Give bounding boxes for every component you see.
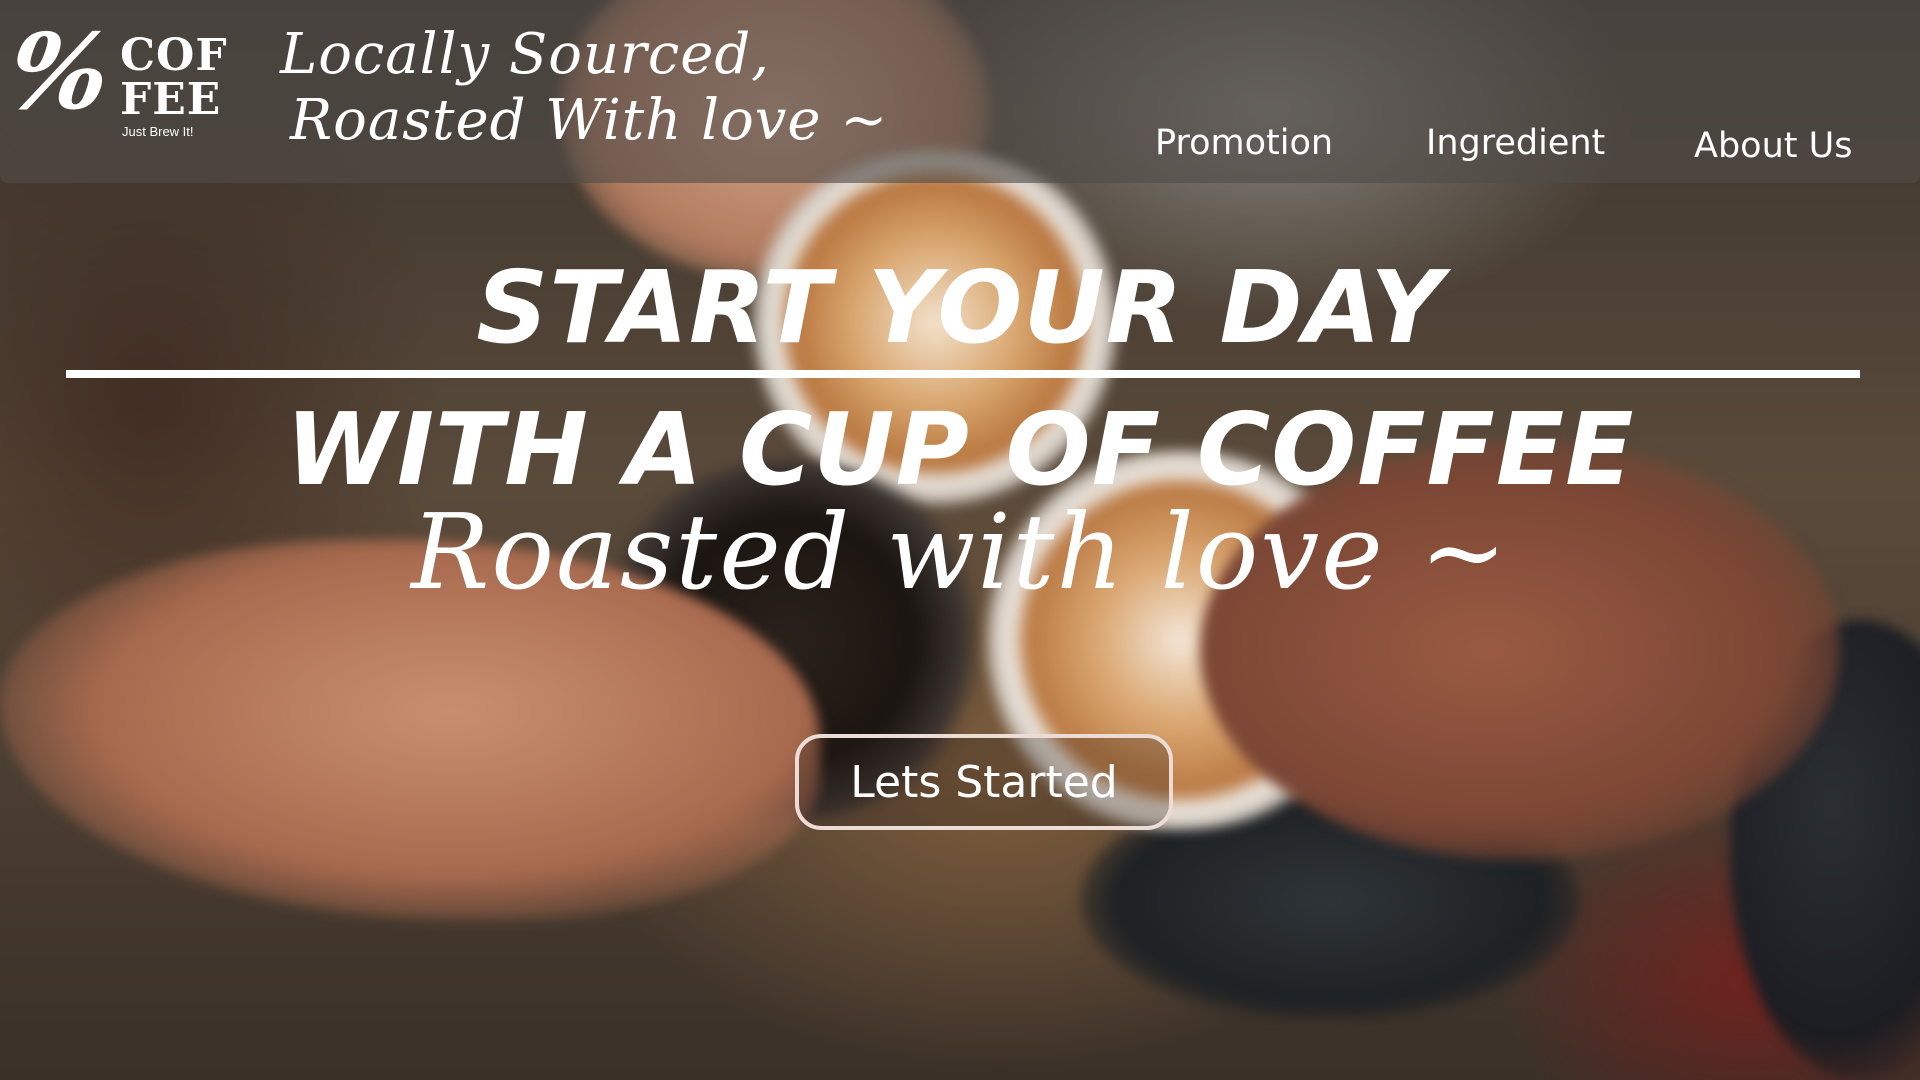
logo-word-top: COF [120,30,228,81]
header-tagline: Locally Sourced, Roasted With love ~ [280,22,888,154]
site-header: % COF FEE Just Brew It! Locally Sourced,… [0,0,1920,183]
hero-divider [66,370,1860,378]
nav-link-promotion[interactable]: Promotion [1155,123,1333,163]
brand-logo[interactable]: % COF FEE Just Brew It! [1,10,240,148]
logo-tagline: Just Brew It! [122,124,194,139]
header-tagline-line1: Locally Sourced, [280,22,770,87]
lets-started-button[interactable]: Lets Started [795,734,1173,830]
logo-word-bottom: FEE [120,74,222,125]
hero-script-subtitle: Roasted with love ~ [411,491,1509,613]
hero-heading-line2: WITH A CUP OF COFFEE [285,391,1635,508]
landing-page: % COF FEE Just Brew It! Locally Sourced,… [0,0,1920,1080]
nav-link-ingredient[interactable]: Ingredient [1426,123,1605,163]
logo-percent-symbol: % [1,10,118,133]
hero-heading-line1: START YOUR DAY [476,249,1444,366]
nav-link-about-us[interactable]: About Us [1694,126,1852,166]
header-tagline-line2: Roasted With love ~ [290,88,889,154]
